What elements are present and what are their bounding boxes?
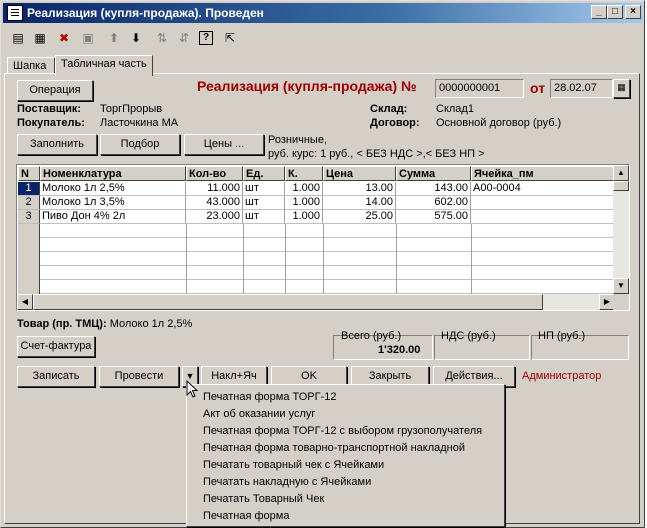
post-button[interactable]: Провести <box>99 366 179 387</box>
scroll-corner <box>613 294 629 310</box>
column-header-unit[interactable]: Ед. <box>243 166 285 181</box>
menu-item-sales-receipt[interactable]: Печатать Товарный Чек <box>203 491 324 507</box>
menu-item-torg12-consignee[interactable]: Печатная форма ТОРГ-12 с выбором грузопо… <box>203 423 482 439</box>
contract-label: Договор: <box>370 117 420 129</box>
goods-label: Товар (пр. ТМЦ): <box>17 318 107 330</box>
menu-item-invoice-cells[interactable]: Печатать накладную с Ячейками <box>203 474 371 490</box>
vertical-scrollbar[interactable]: ▲ ▼ <box>613 165 629 294</box>
invoice-button[interactable]: Счет-фактура <box>17 336 95 357</box>
operation-button[interactable]: Операция <box>17 80 93 101</box>
menu-item-service-act[interactable]: Акт об оказании услуг <box>203 406 315 422</box>
horizontal-scrollbar[interactable]: ◀ ▶ <box>17 294 615 310</box>
maximize-button[interactable]: □ <box>607 5 623 19</box>
vat-label: НДС (руб.) <box>441 330 496 342</box>
horizontal-scroll-thumb[interactable] <box>33 294 543 310</box>
close-button[interactable]: × <box>625 5 641 19</box>
column-header-qty[interactable]: Кол-во <box>186 166 243 181</box>
price-info-line2: руб. курс: 1 руб., < БЕЗ НДС >,< БЕЗ НП … <box>268 148 485 160</box>
vertical-scroll-thumb[interactable] <box>613 181 629 191</box>
document-title: Реализация (купля-продажа) № <box>197 78 417 94</box>
menu-item-print-form[interactable]: Печатная форма <box>203 508 289 524</box>
warehouse-label: Склад: <box>370 103 408 115</box>
toolbar: ▤ ▦ ✖ ▣ ⬆ ⬇ ⇅ ⇵ ? ⇱ <box>5 27 641 49</box>
minimize-button[interactable]: _ <box>591 5 607 19</box>
menu-item-ttn[interactable]: Печатная форма товарно-транспортной накл… <box>203 440 465 456</box>
price-info-line1: Розничные, <box>268 134 327 146</box>
total-value: 1'320.00 <box>378 344 421 356</box>
supplier-value[interactable]: ТоргПрорыв <box>100 103 162 115</box>
warehouse-value[interactable]: Склад1 <box>436 103 474 115</box>
scroll-down-icon[interactable]: ▼ <box>613 278 629 294</box>
sort-desc-icon[interactable]: ⇵ <box>175 29 193 47</box>
print-dropdown-menu: Печатная форма ТОРГ-12 Акт об оказании у… <box>186 384 505 527</box>
save-button[interactable]: Записать <box>17 366 95 387</box>
scroll-left-icon[interactable]: ◀ <box>17 294 33 310</box>
tab-table[interactable]: Табличная часть <box>55 55 153 76</box>
move-up-icon[interactable]: ⬆ <box>105 29 123 47</box>
goods-table[interactable]: N Номенклатура Кол-во Ед. К. Цена Сумма … <box>16 164 630 311</box>
doc-date-field[interactable]: 28.02.07 <box>550 79 613 98</box>
new-copy-icon[interactable]: ▦ <box>31 29 49 47</box>
goods-info: Товар (пр. ТМЦ): Молоко 1л 2,5% <box>17 318 192 330</box>
goods-value: Молоко 1л 2,5% <box>109 318 193 330</box>
new-document-icon[interactable]: ▤ <box>9 29 27 47</box>
title-bar[interactable]: Реализация (купля-продажа). Проведен _ □… <box>3 3 643 23</box>
mouse-cursor-icon <box>186 380 199 398</box>
calendar-icon[interactable]: ▦ <box>613 79 630 98</box>
buyer-value[interactable]: Ласточкина МА <box>100 117 178 129</box>
column-header-price[interactable]: Цена <box>323 166 396 181</box>
supplier-label: Поставщик: <box>17 103 82 115</box>
menu-item-torg12[interactable]: Печатная форма ТОРГ-12 <box>203 389 337 405</box>
edit-icon[interactable]: ▣ <box>79 29 97 47</box>
user-name: Администратор <box>522 370 602 382</box>
np-label: НП (руб.) <box>538 330 586 342</box>
move-down-icon[interactable]: ⬇ <box>127 29 145 47</box>
total-label: Всего (руб.) <box>341 330 402 342</box>
buyer-label: Покупатель: <box>17 117 85 129</box>
date-label: от <box>530 80 546 96</box>
select-button[interactable]: Подбор <box>100 134 180 155</box>
column-header-cell[interactable]: Ячейка_пм <box>471 166 615 181</box>
scroll-up-icon[interactable]: ▲ <box>613 165 629 181</box>
window-title: Реализация (купля-продажа). Проведен <box>27 6 264 20</box>
contract-value[interactable]: Основной договор (руб.) <box>436 117 561 129</box>
help-icon[interactable]: ? <box>199 31 213 45</box>
delete-icon[interactable]: ✖ <box>55 29 73 47</box>
column-header-nomenclature[interactable]: Номенклатура <box>40 166 186 181</box>
doc-number-field[interactable]: 0000000001 <box>435 79 524 98</box>
column-header-k[interactable]: К. <box>285 166 323 181</box>
fill-button[interactable]: Заполнить <box>17 134 97 155</box>
column-header-n[interactable]: N <box>18 166 40 181</box>
document-icon <box>7 5 23 21</box>
column-header-sum[interactable]: Сумма <box>396 166 471 181</box>
context-help-icon[interactable]: ⇱ <box>221 29 239 47</box>
sort-asc-icon[interactable]: ⇅ <box>153 29 171 47</box>
menu-item-receipt-cells[interactable]: Печатать товарный чек с Ячейками <box>203 457 384 473</box>
prices-button[interactable]: Цены ... <box>184 134 264 155</box>
empty-rows <box>18 224 615 294</box>
